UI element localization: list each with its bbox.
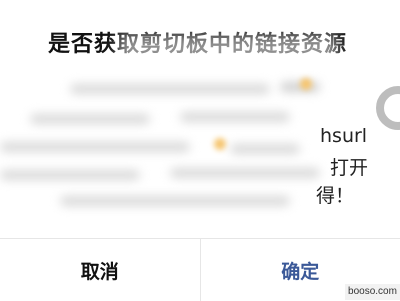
watermark-label: booso.com: [345, 284, 400, 300]
cancel-button[interactable]: 取消: [0, 239, 201, 301]
blurred-text-line: [30, 114, 150, 124]
blurred-emoji: [214, 138, 226, 150]
blurred-text-line: [70, 84, 270, 94]
dialog-body: hsurl 打开 得！: [0, 62, 400, 240]
blurred-text-line: [60, 196, 290, 206]
clipboard-link-dialog: 是否获取剪切板中的链接资源 hsurl 打开 得！ 取消 确定: [0, 0, 400, 300]
blurred-text-line: [170, 168, 320, 178]
blurred-emoji: [300, 78, 312, 90]
text-fragment-open: 打开: [330, 153, 368, 180]
ring-icon: [376, 86, 400, 130]
title-blur-overlay: [118, 34, 338, 64]
blurred-text-line: [0, 170, 140, 180]
text-fragment-end: 得！: [316, 181, 354, 208]
blurred-text-line: [230, 144, 300, 154]
blurred-text-line: [0, 142, 190, 152]
blurred-text-line: [180, 112, 290, 122]
dialog-footer: 取消 确定: [0, 238, 400, 301]
text-fragment-url: hsurl: [320, 125, 367, 147]
